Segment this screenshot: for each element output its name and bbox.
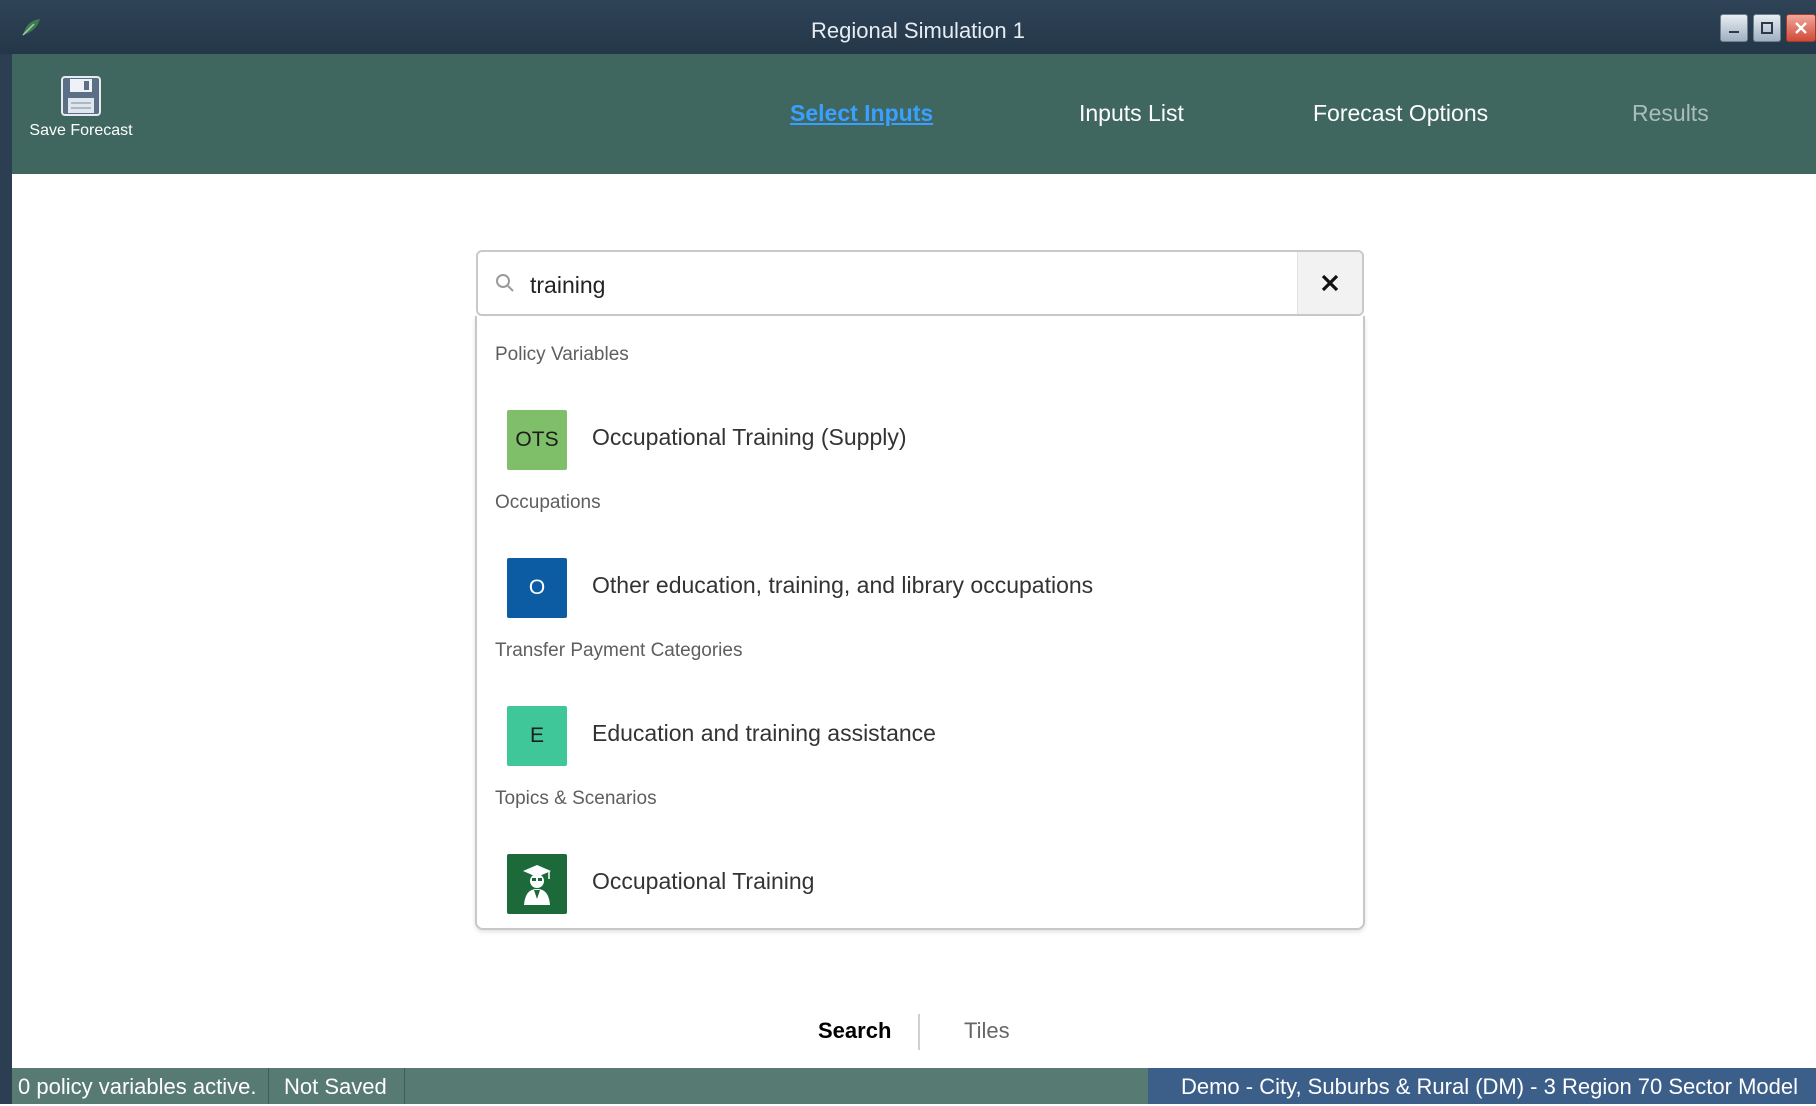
- view-tab-search[interactable]: Search: [818, 1018, 891, 1044]
- tab-inputs-list[interactable]: Inputs List: [1079, 100, 1184, 127]
- graduate-icon: [523, 865, 551, 905]
- view-tab-tiles[interactable]: Tiles: [964, 1018, 1010, 1044]
- status-bar: 0 policy variables active. Not Saved Dem…: [12, 1068, 1816, 1104]
- status-model-panel: Demo - City, Suburbs & Rural (DM) - 3 Re…: [1148, 1068, 1816, 1104]
- minimize-icon: [1729, 31, 1739, 33]
- status-model-name: Demo - City, Suburbs & Rural (DM) - 3 Re…: [1180, 1074, 1798, 1099]
- tab-results[interactable]: Results: [1632, 100, 1709, 127]
- group-label-topics-scenarios: Topics & Scenarios: [495, 788, 657, 809]
- result-badge: OTS: [507, 410, 567, 470]
- result-occupational-training-topic[interactable]: Occupational Training: [477, 842, 1363, 918]
- group-label-policy-variables: Policy Variables: [495, 344, 629, 365]
- group-label-occupations: Occupations: [495, 492, 601, 513]
- maximize-icon: [1761, 22, 1773, 34]
- result-label: Other education, training, and library o…: [592, 572, 1094, 598]
- window-title: Regional Simulation 1: [810, 18, 1026, 43]
- tab-forecast-options[interactable]: Forecast Options: [1313, 100, 1488, 127]
- status-divider: [404, 1068, 405, 1104]
- result-label: Occupational Training (Supply): [592, 424, 907, 450]
- save-forecast-label: Save Forecast: [29, 122, 133, 139]
- result-other-education-occupations[interactable]: O Other education, training, and library…: [477, 546, 1363, 622]
- maximize-button[interactable]: [1753, 14, 1781, 42]
- status-divider: [268, 1068, 269, 1104]
- close-window-button[interactable]: [1786, 14, 1816, 42]
- group-label-transfer-payment-categories: Transfer Payment Categories: [495, 640, 743, 661]
- clear-search-button[interactable]: [1297, 252, 1362, 314]
- window-frame: [0, 0, 12, 1104]
- search-box: [476, 250, 1364, 316]
- search-icon: [496, 274, 514, 292]
- tab-select-inputs[interactable]: Select Inputs: [790, 100, 933, 127]
- view-divider: [918, 1014, 920, 1050]
- save-forecast-button[interactable]: Save Forecast: [22, 74, 140, 164]
- floppy-disk-icon: [61, 76, 101, 116]
- close-icon: [1321, 274, 1339, 292]
- minimize-button[interactable]: [1720, 14, 1748, 42]
- search-results-dropdown: Policy Variables OTS Occupational Traini…: [475, 316, 1365, 930]
- status-policy-count: 0 policy variables active.: [18, 1074, 257, 1099]
- toolbar: Save Forecast Select Inputs Inputs List …: [12, 54, 1816, 174]
- result-label: Occupational Training: [592, 868, 815, 894]
- result-occupational-training-supply[interactable]: OTS Occupational Training (Supply): [477, 398, 1363, 474]
- result-badge: E: [507, 706, 567, 766]
- search-input[interactable]: [528, 264, 1272, 306]
- result-badge: [507, 854, 567, 914]
- window-controls: [1720, 14, 1816, 42]
- title-bar[interactable]: Regional Simulation 1: [0, 0, 1816, 54]
- result-badge: O: [507, 558, 567, 618]
- result-label: Education and training assistance: [592, 720, 936, 746]
- close-icon: [1795, 22, 1807, 34]
- status-save-state: Not Saved: [284, 1074, 387, 1099]
- result-education-training-assistance[interactable]: E Education and training assistance: [477, 694, 1363, 770]
